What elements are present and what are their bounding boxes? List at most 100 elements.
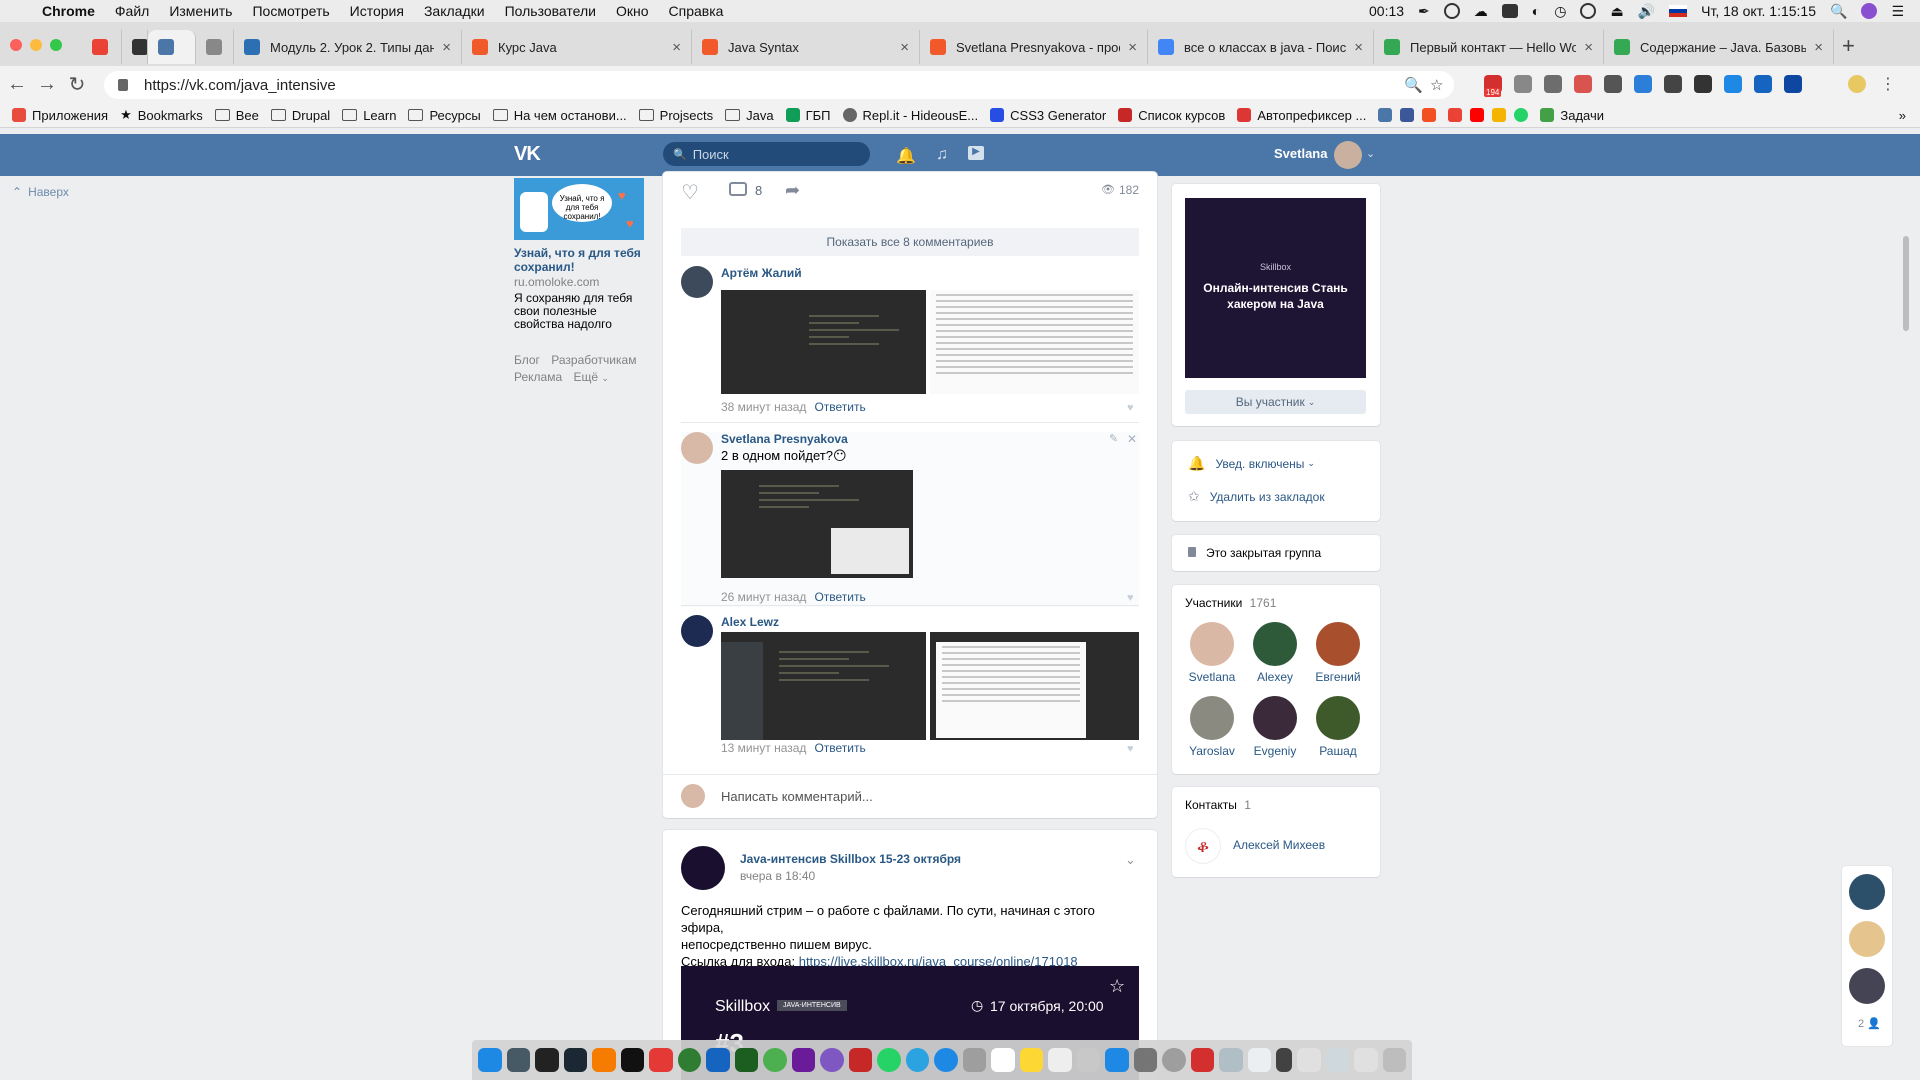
vk-search-input[interactable]: 🔍 Поиск: [663, 142, 870, 166]
delete-icon[interactable]: ✕: [1127, 432, 1137, 446]
vk-user-avatar[interactable]: [1334, 141, 1362, 169]
bookmark-java[interactable]: Java: [725, 108, 774, 123]
ext-pocket-icon[interactable]: [1574, 75, 1592, 93]
dock-launchpad-icon[interactable]: [962, 1048, 987, 1072]
dock-finder-icon[interactable]: [478, 1048, 502, 1072]
chevron-down-icon[interactable]: ⌄: [1366, 147, 1375, 160]
tab[interactable]: Java Syntax ×: [692, 30, 920, 64]
siri-icon[interactable]: [1861, 3, 1878, 19]
close-tab-icon[interactable]: ×: [1814, 39, 1823, 56]
dock-trash-icon[interactable]: [1382, 1048, 1407, 1072]
bookmark-star-icon[interactable]: ☆: [1109, 976, 1125, 997]
member-item[interactable]: Рашад: [1308, 696, 1368, 758]
dock-folder-icon[interactable]: [1276, 1048, 1293, 1072]
member-status-button[interactable]: Вы участник ⌄: [1185, 390, 1366, 414]
menu-app-name[interactable]: Chrome: [42, 3, 95, 19]
close-tab-icon[interactable]: ×: [1584, 39, 1593, 56]
link-developers[interactable]: Разработчикам: [551, 353, 636, 367]
dock-app-icon[interactable]: [820, 1048, 844, 1072]
menu-help[interactable]: Справка: [669, 3, 724, 19]
chat-count[interactable]: 2: [1858, 1018, 1864, 1030]
contact-name[interactable]: Алексей Михеев: [1233, 838, 1325, 852]
pen-icon[interactable]: ✒: [1418, 3, 1430, 20]
dock-github-icon[interactable]: [791, 1048, 816, 1072]
comment-photo[interactable]: [721, 290, 926, 394]
tab[interactable]: все о классах в java - Поиск ×: [1148, 30, 1374, 64]
group-avatar[interactable]: [681, 846, 725, 890]
menu-window[interactable]: Окно: [616, 3, 649, 19]
bookmark-autoprefixer[interactable]: Автопрефиксер ...: [1237, 108, 1366, 123]
dock-intellij-icon[interactable]: [620, 1048, 645, 1072]
show-all-comments-button[interactable]: Показать все 8 комментариев: [681, 228, 1139, 256]
bm-facebook-icon[interactable]: [1400, 108, 1415, 122]
vk-user-name[interactable]: Svetlana: [1274, 146, 1327, 161]
battery-time[interactable]: 00:13: [1369, 3, 1404, 19]
link-ads[interactable]: Реклама: [514, 370, 562, 384]
reload-button[interactable]: ↻: [62, 72, 92, 97]
ext-w-icon[interactable]: [1724, 75, 1742, 93]
dock-calendar-icon[interactable]: [991, 1048, 1015, 1072]
chrome-menu-icon[interactable]: ⋮: [1880, 74, 1896, 94]
dock-app-icon[interactable]: [1190, 1048, 1215, 1072]
link-more[interactable]: Ещё: [573, 370, 598, 384]
dock-excel-icon[interactable]: [734, 1048, 759, 1072]
tab[interactable]: Первый контакт — Hello Wo ×: [1374, 30, 1604, 64]
comment-photo[interactable]: [930, 290, 1139, 394]
menu-people[interactable]: Пользователи: [505, 3, 596, 19]
dock-sourcetree-icon[interactable]: [563, 1048, 588, 1072]
dock-textedit-icon[interactable]: [1048, 1048, 1072, 1072]
back-button[interactable]: ←: [2, 73, 32, 96]
notification-center-icon[interactable]: ☰: [1891, 3, 1904, 20]
bookmark-gbp[interactable]: ГБП: [785, 108, 831, 123]
cloud-icon[interactable]: ☁: [1474, 3, 1488, 20]
comment-icon[interactable]: [729, 182, 747, 196]
ext-tool-icon[interactable]: [1604, 75, 1622, 93]
comment-like-icon[interactable]: ♥: [1127, 592, 1134, 604]
spotlight-icon[interactable]: 🔍: [1830, 3, 1847, 20]
share-icon[interactable]: ➦: [785, 180, 800, 201]
close-window-button[interactable]: [10, 39, 22, 51]
close-tab-icon[interactable]: ×: [1354, 39, 1363, 56]
bm-whatsapp-icon[interactable]: [1514, 108, 1529, 122]
commenter-avatar[interactable]: [681, 432, 713, 464]
dock-terminal-icon[interactable]: [535, 1048, 559, 1072]
comment-author[interactable]: Svetlana Presnyakova: [721, 432, 848, 446]
ad-image[interactable]: Узнай, что я для тебя сохранил! ♥ ♥: [514, 178, 644, 240]
comment-author[interactable]: Alex Lewz: [721, 615, 779, 629]
chat-avatar[interactable]: [1849, 921, 1885, 957]
dock-vscode-icon[interactable]: [706, 1048, 730, 1072]
music-icon[interactable]: ♫: [936, 146, 948, 164]
ext-dropper-icon[interactable]: [1664, 75, 1682, 93]
comment-photo[interactable]: [930, 632, 1139, 740]
member-item[interactable]: Yaroslav: [1182, 696, 1242, 758]
reply-link[interactable]: Ответить: [814, 590, 865, 604]
dock-evernote-icon[interactable]: [677, 1048, 702, 1072]
contacts-header[interactable]: Контакты 1: [1185, 798, 1251, 812]
bm-gmail-icon[interactable]: [1448, 108, 1463, 122]
close-tab-icon[interactable]: ×: [672, 39, 681, 56]
bookmark-css3[interactable]: CSS3 Generator: [990, 108, 1106, 123]
tab[interactable]: [148, 30, 196, 64]
link-blog[interactable]: Блог: [514, 353, 540, 367]
ad-domain[interactable]: ru.omoloke.com: [514, 275, 644, 289]
volume-icon[interactable]: 🔊: [1638, 3, 1655, 20]
contact-avatar[interactable]: ቆ: [1185, 828, 1221, 864]
bm-microsoft-icon[interactable]: [1422, 108, 1437, 122]
comment-time[interactable]: 13 минут назад: [721, 741, 806, 755]
tab[interactable]: [122, 30, 148, 64]
ext-grid-icon[interactable]: [1544, 75, 1562, 93]
like-icon[interactable]: ♡: [681, 180, 699, 205]
dock-notes-icon[interactable]: [1019, 1048, 1044, 1072]
menu-file[interactable]: Файл: [115, 3, 149, 19]
sound-control-icon[interactable]: [1580, 3, 1597, 19]
reply-link[interactable]: Ответить: [814, 400, 865, 414]
dock-folder-icon[interactable]: [1297, 1048, 1321, 1072]
time-machine-icon[interactable]: ◷: [1554, 3, 1566, 20]
post-menu-chevron-icon[interactable]: ⌄: [1125, 852, 1136, 868]
bookmark-resources[interactable]: Ресурсы: [408, 108, 481, 123]
comment-time[interactable]: 38 минут назад: [721, 400, 806, 414]
comment-time[interactable]: 26 минут назад: [721, 590, 806, 604]
post-time[interactable]: вчера в 18:40: [740, 869, 815, 883]
dock-sublime-icon[interactable]: [592, 1048, 616, 1072]
comment-author[interactable]: Артём Жалий: [721, 266, 802, 280]
